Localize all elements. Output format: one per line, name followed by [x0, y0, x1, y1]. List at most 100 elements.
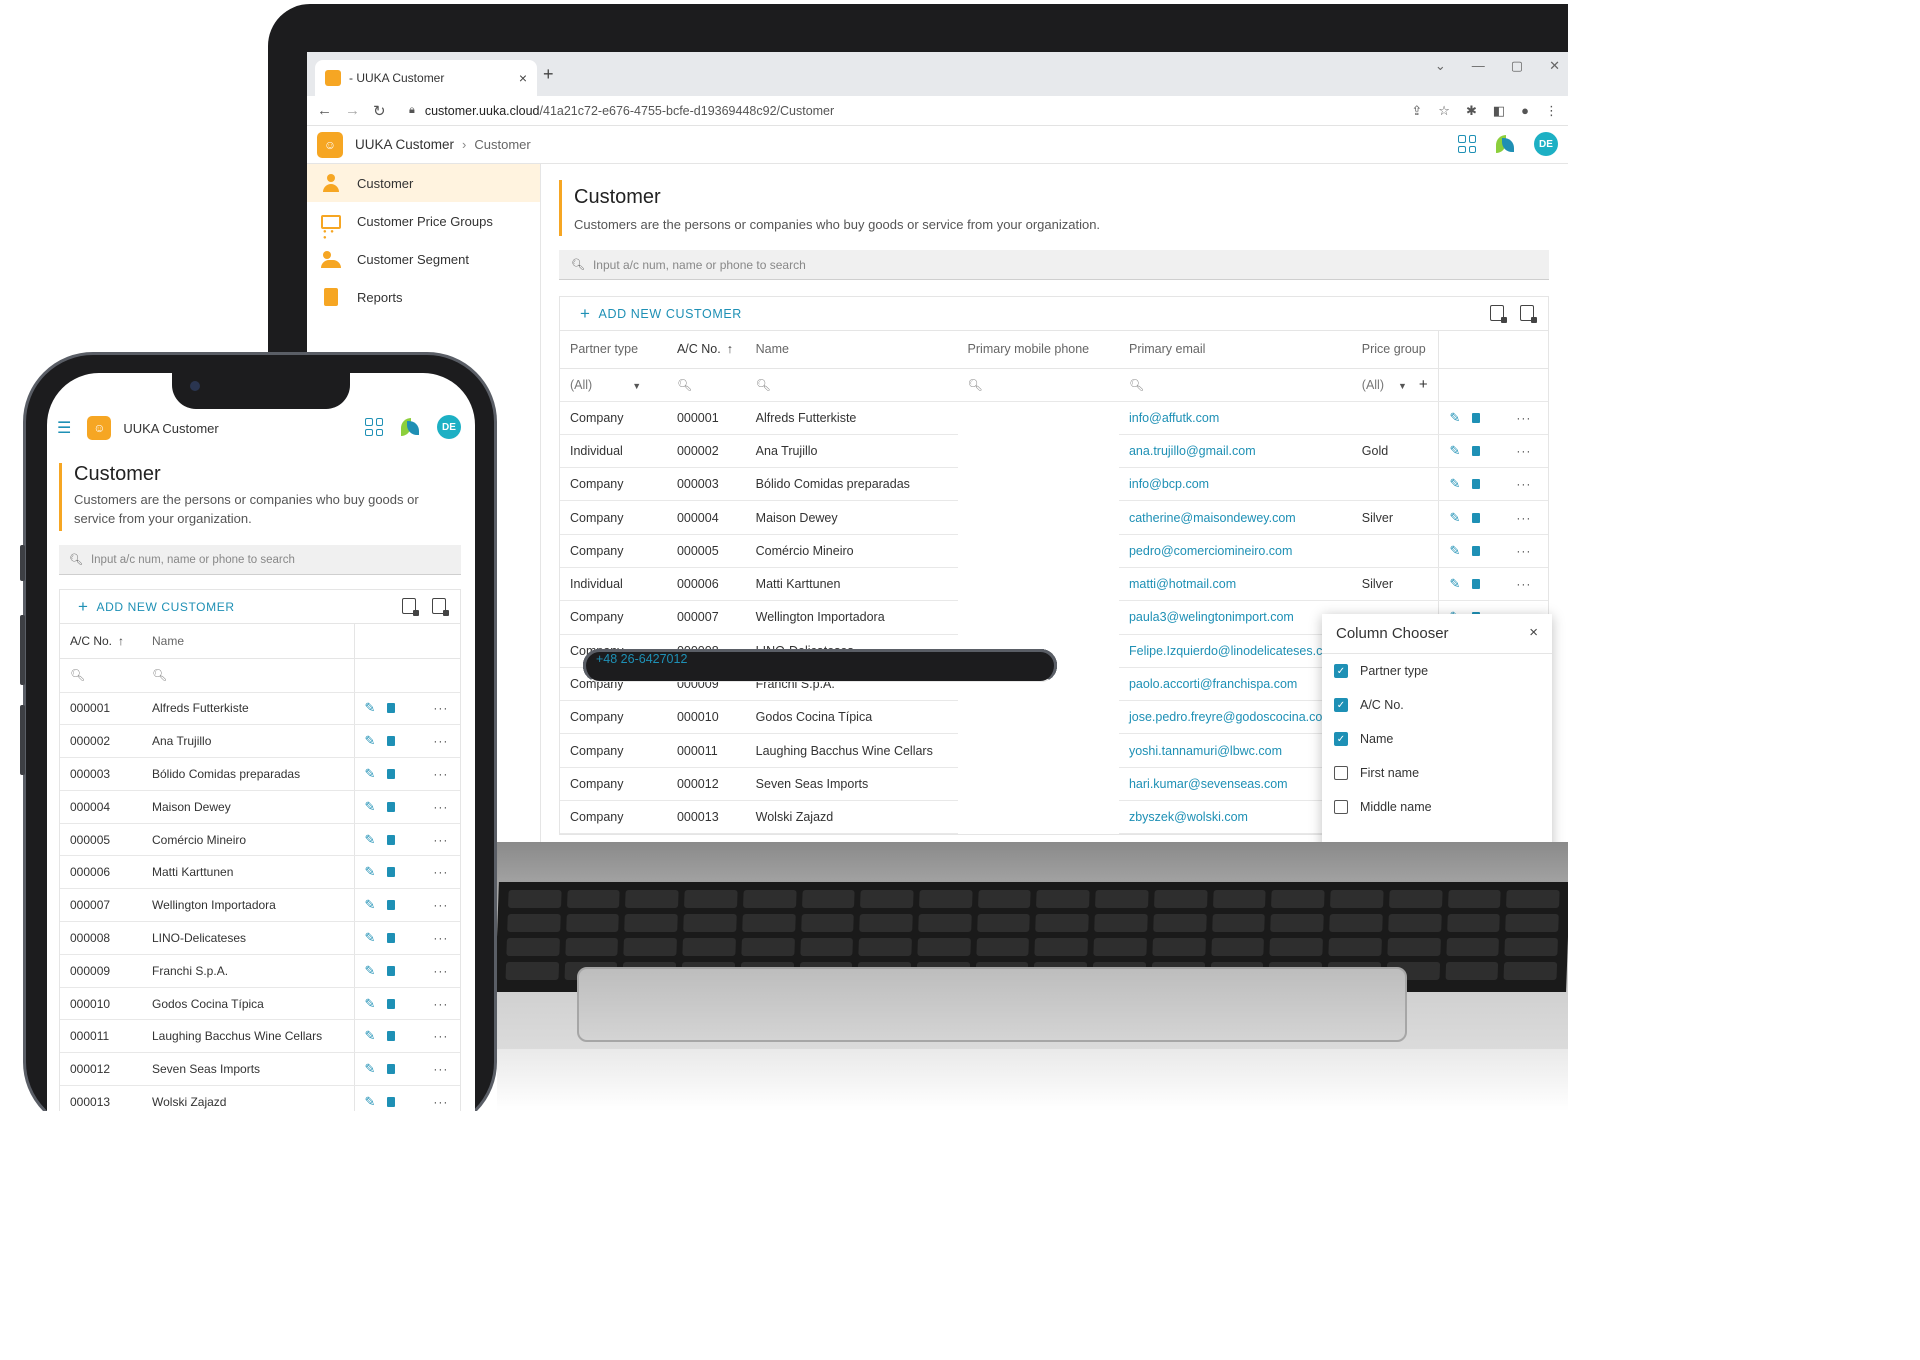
delete-icon[interactable]: [387, 768, 396, 779]
more-options-icon[interactable]: ···: [1516, 411, 1531, 425]
edit-icon[interactable]: ✎: [365, 897, 376, 913]
new-tab-button[interactable]: +: [543, 64, 554, 85]
more-options-icon[interactable]: ···: [1516, 444, 1531, 458]
email-link[interactable]: paolo.accorti@franchispa.com: [1118, 667, 1352, 702]
sidebar-item-price-groups[interactable]: Customer Price Groups: [307, 202, 540, 241]
price-group-filter[interactable]: (All) ▼ +: [1351, 368, 1439, 402]
brand-leaf-icon[interactable]: [1494, 133, 1516, 155]
table-row[interactable]: 000013 Wolski Zajazd ✎ ···: [60, 1085, 460, 1111]
delete-icon[interactable]: [1472, 479, 1481, 490]
app-switcher-icon[interactable]: [365, 418, 383, 436]
more-options-icon[interactable]: ···: [433, 701, 448, 715]
table-row[interactable]: Company000001Alfreds Futterkiste+49 0300…: [560, 401, 1548, 683]
email-link[interactable]: yoshi.tannamuri@lbwc.com: [1118, 733, 1352, 768]
partner-type-filter[interactable]: (All) ▼: [560, 368, 667, 402]
delete-icon[interactable]: [387, 801, 396, 812]
column-header-ac-no[interactable]: A/C No. ↑: [666, 331, 746, 369]
email-link[interactable]: info@affutk.com: [1118, 401, 1352, 435]
table-row[interactable]: Individual000002Ana Trujillo+52 5-555472…: [560, 434, 1548, 683]
close-icon[interactable]: ×: [1529, 624, 1538, 641]
more-options-icon[interactable]: ···: [433, 964, 448, 978]
delete-icon[interactable]: [387, 834, 396, 845]
uuka-logo-icon[interactable]: ☺: [317, 131, 343, 158]
edit-icon[interactable]: ✎: [365, 1094, 376, 1110]
table-row[interactable]: 000008 LINO-Delicateses ✎ ···: [60, 921, 460, 955]
email-link[interactable]: zbyszek@wolski.com: [1118, 800, 1352, 835]
more-options-icon[interactable]: ···: [433, 734, 448, 748]
edit-icon[interactable]: ✎: [1449, 476, 1460, 492]
ac-no-filter[interactable]: 🔍︎: [666, 368, 746, 402]
email-filter[interactable]: 🔍︎: [1118, 368, 1352, 402]
column-chooser-item[interactable]: ✓ Name: [1322, 722, 1552, 756]
user-avatar[interactable]: DE: [437, 415, 461, 439]
email-link[interactable]: paula3@welingtonimport.com: [1118, 600, 1352, 635]
table-row[interactable]: Individual000006Matti Karttunen+358 9022…: [560, 567, 1548, 683]
table-row[interactable]: Company000003Bólido Comidas preparadas+3…: [560, 467, 1548, 683]
url-field[interactable]: 🔒︎ customer.uuka.cloud/41a21c72-e676-475…: [409, 104, 1411, 118]
search-input[interactable]: 🔍︎ Input a/c num, name or phone to searc…: [59, 545, 461, 575]
back-icon[interactable]: ←: [317, 102, 345, 119]
table-row[interactable]: 000005 Comércio Mineiro ✎ ···: [60, 823, 460, 857]
more-options-icon[interactable]: ···: [1516, 544, 1531, 558]
more-options-icon[interactable]: ···: [1516, 477, 1531, 491]
hamburger-menu-icon[interactable]: ☰: [57, 418, 71, 438]
email-link[interactable]: Felipe.Izquierdo@linodelicateses.com: [1118, 634, 1352, 668]
column-chooser-item[interactable]: Middle name: [1322, 790, 1552, 824]
browser-tab[interactable]: - UUKA Customer ×: [315, 60, 537, 96]
delete-icon[interactable]: [1472, 545, 1481, 556]
more-options-icon[interactable]: ···: [433, 1062, 448, 1076]
edit-icon[interactable]: ✎: [365, 963, 376, 979]
minimize-icon[interactable]: —: [1472, 58, 1485, 74]
app-title[interactable]: UUKA Customer: [123, 421, 218, 436]
column-header-partner-type[interactable]: Partner type: [560, 331, 667, 369]
side-panel-icon[interactable]: ◧: [1493, 103, 1505, 119]
more-options-icon[interactable]: ···: [433, 1029, 448, 1043]
edit-icon[interactable]: ✎: [365, 1028, 376, 1044]
email-link[interactable]: matti@hotmail.com: [1118, 567, 1352, 602]
column-chooser-icon[interactable]: [402, 598, 419, 616]
add-new-customer-button[interactable]: + ADD NEW CUSTOMER: [580, 304, 742, 324]
column-header-name[interactable]: Name: [142, 624, 354, 659]
column-chooser-icon[interactable]: [1490, 305, 1507, 323]
column-chooser-item[interactable]: First name: [1322, 756, 1552, 790]
forward-icon[interactable]: →: [345, 102, 373, 119]
delete-icon[interactable]: [387, 998, 396, 1009]
user-avatar[interactable]: DE: [1534, 132, 1558, 156]
ac-no-filter[interactable]: 🔍︎: [60, 658, 142, 693]
edit-icon[interactable]: ✎: [1449, 510, 1460, 526]
delete-icon[interactable]: [1472, 445, 1481, 456]
export-icon[interactable]: [432, 598, 449, 616]
delete-icon[interactable]: [387, 1064, 396, 1075]
delete-icon[interactable]: [387, 703, 396, 714]
edit-icon[interactable]: ✎: [1449, 576, 1460, 592]
delete-icon[interactable]: [387, 900, 396, 911]
table-row[interactable]: Company000004Maison Dewey+32 02-2012467c…: [560, 500, 1548, 683]
more-options-icon[interactable]: ···: [433, 1095, 448, 1109]
checkbox-checked-icon[interactable]: ✓: [1334, 698, 1348, 712]
table-row[interactable]: 000007 Wellington Importadora ✎ ···: [60, 888, 460, 923]
column-chooser-item[interactable]: ✓ A/C No.: [1322, 688, 1552, 722]
column-chooser-item[interactable]: ✓ Partner type: [1322, 654, 1552, 688]
edit-icon[interactable]: ✎: [365, 799, 376, 815]
edit-icon[interactable]: ✎: [365, 1061, 376, 1077]
email-link[interactable]: jose.pedro.freyre@godoscocina.com: [1118, 700, 1352, 735]
checkbox-unchecked-icon[interactable]: [1334, 800, 1348, 814]
table-row[interactable]: 000010 Godos Cocina Típica ✎ ···: [60, 987, 460, 1021]
column-header-phone[interactable]: Primary mobile phone: [957, 331, 1119, 369]
email-link[interactable]: hari.kumar@sevenseas.com: [1118, 767, 1352, 802]
edit-icon[interactable]: ✎: [1449, 410, 1460, 426]
column-header-email[interactable]: Primary email: [1118, 331, 1352, 369]
add-filter-icon[interactable]: +: [1419, 376, 1428, 393]
tab-close-icon[interactable]: ×: [519, 70, 527, 86]
name-filter[interactable]: 🔍︎: [745, 368, 958, 402]
delete-icon[interactable]: [387, 867, 396, 878]
more-options-icon[interactable]: ···: [433, 767, 448, 781]
sidebar-item-segment[interactable]: Customer Segment: [307, 240, 540, 278]
email-link[interactable]: catherine@maisondewey.com: [1118, 500, 1352, 535]
app-title[interactable]: UUKA Customer: [355, 137, 454, 152]
email-link[interactable]: info@bcp.com: [1118, 467, 1352, 502]
uuka-logo-icon[interactable]: ☺: [87, 416, 112, 440]
browser-menu-icon[interactable]: ⋮: [1545, 103, 1558, 119]
brand-leaf-icon[interactable]: [399, 416, 421, 438]
share-icon[interactable]: ⇪: [1411, 103, 1422, 119]
